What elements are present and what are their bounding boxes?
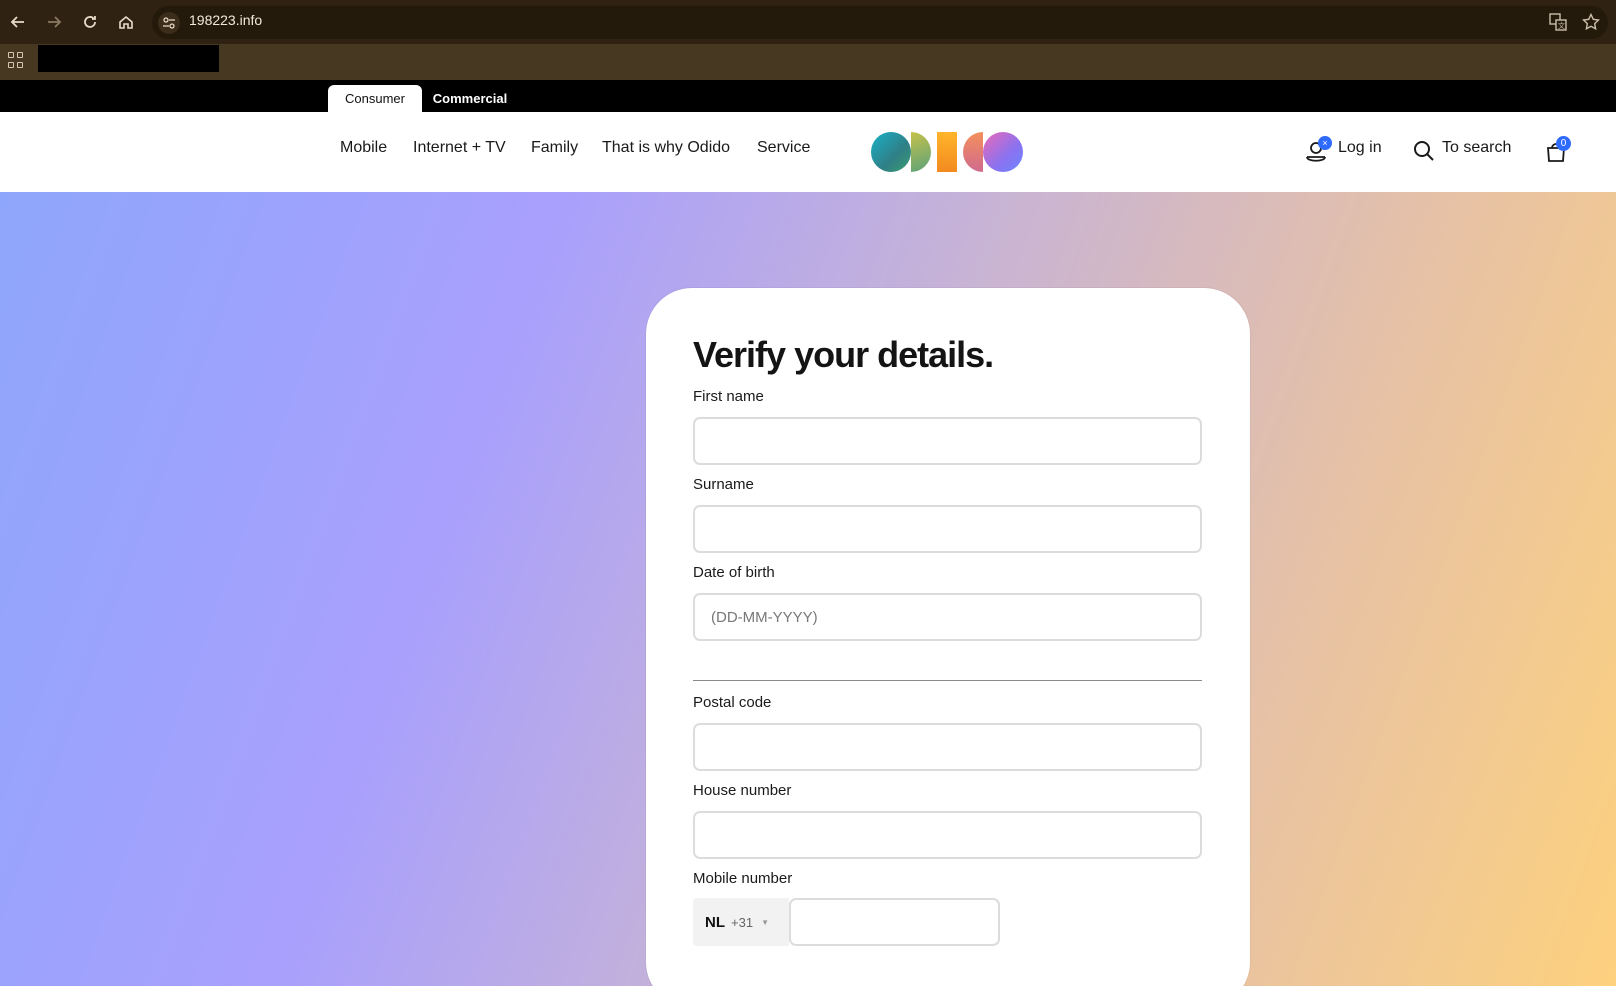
- country-code: NL: [705, 913, 725, 931]
- back-icon[interactable]: [4, 8, 32, 36]
- house-number-label: House number: [693, 782, 792, 799]
- odido-logo[interactable]: [871, 132, 1023, 172]
- house-number-input[interactable]: [693, 811, 1202, 859]
- login-badge: ×: [1318, 136, 1332, 150]
- reload-icon[interactable]: [76, 8, 104, 36]
- surname-input[interactable]: [693, 505, 1202, 553]
- site-info-icon[interactable]: [158, 12, 180, 34]
- chevron-down-icon: ▼: [761, 917, 769, 927]
- home-icon[interactable]: [112, 8, 140, 36]
- bookmarks-bar: [0, 44, 1616, 80]
- tab-consumer[interactable]: Consumer: [328, 85, 422, 112]
- first-name-input[interactable]: [693, 417, 1202, 465]
- nav-item-mobile[interactable]: Mobile: [340, 139, 387, 157]
- postal-code-label: Postal code: [693, 694, 772, 711]
- bookmark-star-icon[interactable]: [1580, 11, 1602, 33]
- tab-commercial[interactable]: Commercial: [422, 85, 518, 112]
- url-text[interactable]: 198223.info: [189, 12, 262, 28]
- nav-item-service[interactable]: Service: [757, 139, 810, 157]
- search-link[interactable]: To search: [1442, 139, 1511, 157]
- redacted-bookmark: [38, 45, 219, 72]
- nav-item-family[interactable]: Family: [531, 139, 578, 157]
- surname-label: Surname: [693, 476, 754, 493]
- postal-code-input[interactable]: [693, 723, 1202, 771]
- search-icon[interactable]: [1413, 140, 1435, 162]
- segment-bar: [0, 80, 1616, 112]
- svg-text:文: 文: [1558, 21, 1565, 30]
- first-name-label: First name: [693, 388, 764, 405]
- translate-icon[interactable]: 文: [1547, 11, 1569, 33]
- mobile-number-label: Mobile number: [693, 870, 793, 887]
- cart-count-badge: 0: [1556, 136, 1571, 151]
- apps-grid-icon[interactable]: [6, 50, 26, 70]
- date-of-birth-label: Date of birth: [693, 564, 775, 581]
- forward-icon[interactable]: [40, 8, 68, 36]
- dial-code: +31: [731, 914, 754, 930]
- date-of-birth-input[interactable]: [693, 593, 1202, 641]
- country-code-select[interactable]: NL +31 ▼: [693, 898, 789, 946]
- login-link[interactable]: Log in: [1338, 139, 1382, 157]
- address-bar[interactable]: [152, 6, 1608, 39]
- form-divider: [693, 680, 1202, 681]
- nav-item-internet-tv[interactable]: Internet + TV: [413, 139, 506, 157]
- form-title: Verify your details.: [693, 334, 994, 375]
- mobile-number-input[interactable]: [789, 898, 1000, 946]
- nav-item-that-is-why-odido[interactable]: That is why Odido: [602, 139, 730, 157]
